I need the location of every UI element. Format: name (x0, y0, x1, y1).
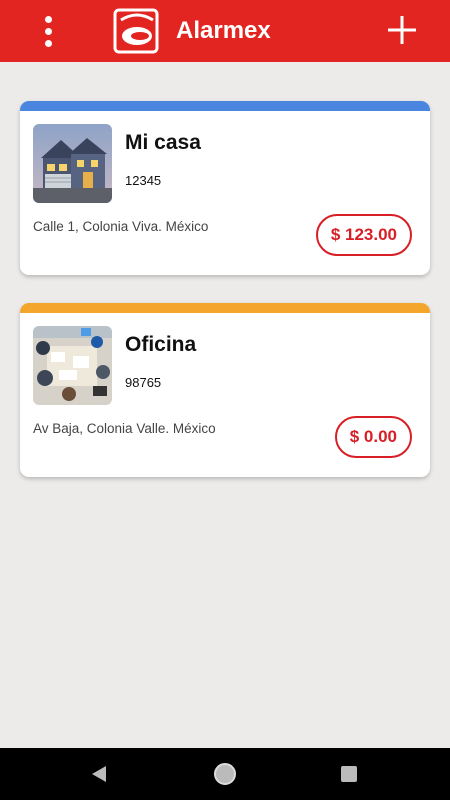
property-code: 98765 (125, 375, 162, 390)
card-accent-bar (20, 101, 430, 111)
property-name: Mi casa (125, 131, 201, 154)
app-title: Alarmex (176, 17, 271, 44)
property-name: Oficina (125, 333, 197, 356)
home-circle-icon[interactable] (214, 763, 236, 785)
alarmex-logo (113, 8, 159, 54)
balance-badge[interactable]: $ 0.00 (334, 416, 412, 458)
property-address: Av Baja, Colonia Valle. México (33, 421, 216, 436)
app-bar: Alarmex (0, 0, 450, 62)
balance-badge[interactable]: $ 123.00 (315, 214, 412, 256)
property-address: Calle 1, Colonia Viva. México (33, 219, 209, 234)
property-card-mi-casa[interactable]: Mi casa 12345 Calle 1, Colonia Viva. Méx… (20, 101, 430, 275)
office-meeting-photo (33, 326, 112, 405)
property-card-oficina[interactable]: Oficina 98765 Av Baja, Colonia Valle. Mé… (20, 303, 430, 477)
recents-square-icon[interactable] (341, 766, 357, 782)
system-nav-bar (0, 748, 450, 800)
card-accent-bar (20, 303, 430, 313)
house-photo (33, 124, 112, 203)
property-code: 12345 (125, 173, 162, 188)
more-vert-icon[interactable] (30, 10, 66, 52)
plus-icon[interactable] (384, 12, 420, 48)
back-triangle-icon[interactable] (90, 765, 108, 783)
